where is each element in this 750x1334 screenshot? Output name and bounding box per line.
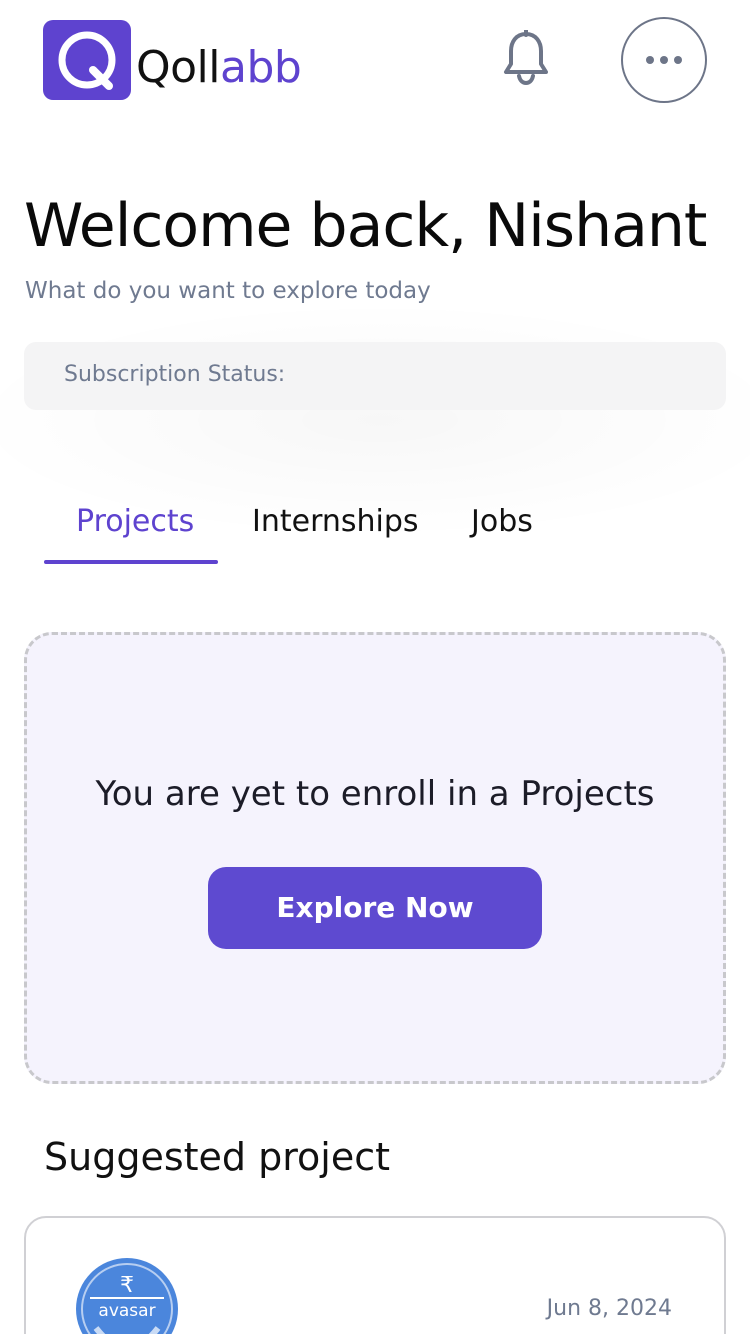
home-screen: Qollabb Welcome back, Nishant What do yo… (0, 0, 750, 1334)
page-title: Welcome back, Nishant (24, 191, 707, 261)
tab-projects[interactable]: Projects (76, 500, 194, 544)
company-logo-text: avasar (98, 1301, 155, 1321)
empty-state-message: You are yet to enroll in a Projects (95, 774, 655, 814)
logo-text-part2: abb (220, 42, 302, 93)
logo-text-part1: Qoll (136, 42, 221, 93)
explore-now-button[interactable]: Explore Now (208, 867, 542, 949)
company-logo: ₹ avasar (76, 1258, 178, 1334)
more-options-button[interactable] (621, 17, 707, 103)
more-horizontal-icon (646, 56, 682, 64)
logo-wordmark: Qollabb (136, 38, 302, 98)
bell-icon[interactable] (498, 28, 554, 88)
active-tab-indicator (44, 560, 218, 564)
tab-internships[interactable]: Internships (252, 500, 419, 544)
logo-q-icon[interactable] (43, 20, 131, 100)
subscription-status-bar[interactable]: Subscription Status: (24, 342, 726, 410)
empty-state-card: You are yet to enroll in a Projects Expl… (24, 632, 726, 1084)
suggested-section-title: Suggested project (44, 1135, 390, 1179)
tab-jobs[interactable]: Jobs (471, 500, 533, 544)
rupee-icon: ₹ (120, 1273, 134, 1298)
subscription-status-label: Subscription Status: (64, 362, 286, 387)
suggested-project-card[interactable]: ₹ avasar Jun 8, 2024 (24, 1216, 726, 1334)
project-date: Jun 8, 2024 (546, 1296, 672, 1321)
